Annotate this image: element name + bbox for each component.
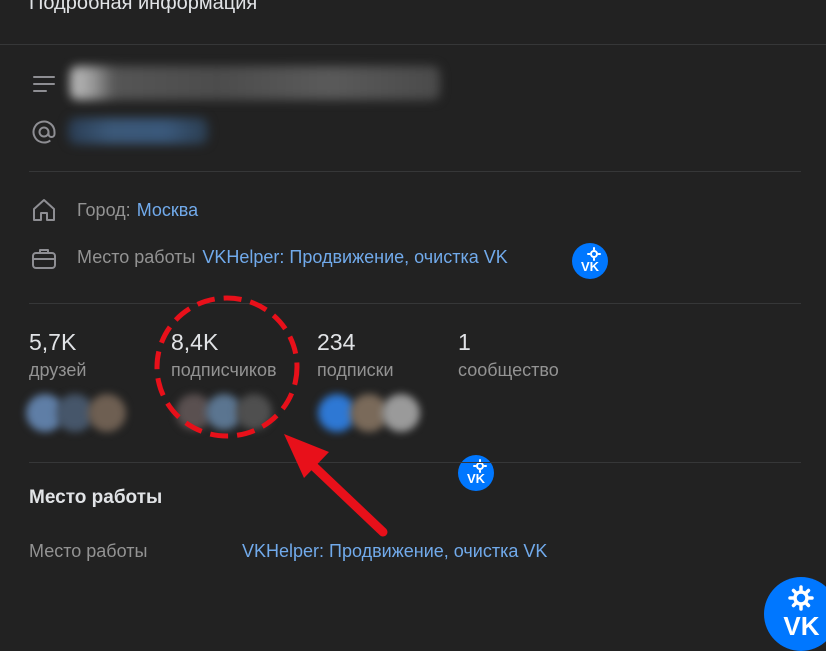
stat-label: сообщество [458,360,559,380]
career-work-link[interactable]: VKHelper: Продвижение, очистка VK [242,541,547,562]
stat-label: друзей [29,360,87,380]
career-work-label: Место работы [29,541,148,561]
stat-followers[interactable]: 8,4K подписчиков [171,328,277,383]
annotation-arrow-head [284,434,329,478]
briefcase-icon [30,244,58,272]
at-sign-icon [30,118,58,146]
stat-count: 5,7K [29,329,77,355]
stat-label: подписки [317,360,394,380]
avatar [382,394,420,432]
stat-friends[interactable]: 5,7K друзей [29,328,86,383]
vk-badge-text: VK [783,610,820,641]
vk-badge-text: VK [580,258,600,274]
page-title: Подробная информация [29,0,258,14]
menu-lines-icon [30,70,58,98]
stat-subscriptions[interactable]: 234 подписки [317,328,394,383]
city-link[interactable]: Москва [137,200,198,221]
city-row: Город: Москва [77,200,198,221]
annotation-arrow-shaft [300,453,388,537]
stat-count: 1 [458,329,471,355]
avatar [236,394,272,430]
work-link[interactable]: VKHelper: Продвижение, очистка VK [202,247,507,268]
stat-count: 234 [317,329,356,355]
work-label: Место работы [77,247,196,267]
domain-link-blurred[interactable] [68,118,208,144]
home-icon [30,196,58,224]
section-divider [29,303,801,304]
career-vk-badge-icon[interactable]: VK [764,577,826,651]
vk-badge-text: VK [466,470,486,486]
career-section-title: Место работы [29,487,163,508]
status-text-blurred [70,66,440,100]
work-row: Место работы VKHelper: Продвижение, очис… [77,247,508,268]
section-divider [29,171,801,172]
vk-gear-badge-icon[interactable]: VK [572,243,608,279]
header-divider [0,44,826,45]
stat-count: 8,4K [171,329,219,355]
section-divider [29,462,801,463]
stat-communities[interactable]: 1 сообщество [458,328,559,383]
stat-label: подписчиков [171,360,277,380]
community-vk-badge-icon[interactable]: VK [458,455,494,491]
avatar [88,394,126,432]
city-label: Город: [77,200,131,220]
